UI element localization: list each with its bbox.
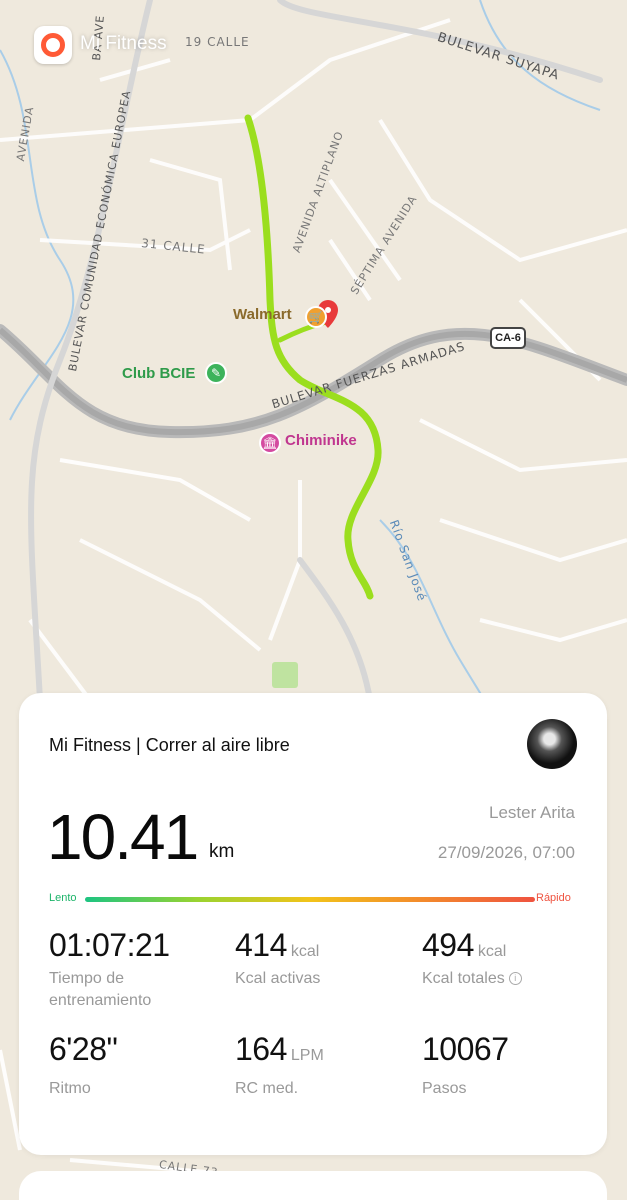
metric-pace-label: Ritmo bbox=[49, 1080, 91, 1097]
metric-steps: 10067 Pasos bbox=[422, 1031, 509, 1100]
metric-total-kcal-row: Kcal totales i bbox=[422, 968, 522, 990]
metric-total-kcal-label: Kcal totales bbox=[422, 970, 505, 987]
metric-active-kcal: 414 kcal Kcal activas bbox=[235, 927, 320, 990]
info-icon[interactable]: i bbox=[508, 972, 522, 986]
distance-unit: km bbox=[209, 841, 235, 862]
metric-heart-rate-unit: LPM bbox=[290, 1047, 324, 1064]
pace-gradient-bar bbox=[85, 897, 535, 902]
metric-pace-value: 6'28" bbox=[49, 1031, 118, 1067]
walmart-icon[interactable]: 🛒 bbox=[305, 306, 327, 328]
pace-scale-high: Rápido bbox=[536, 892, 571, 904]
secondary-card bbox=[19, 1171, 607, 1200]
workout-datetime: 27/09/2026, 07:00 bbox=[437, 843, 575, 862]
metric-time: 01:07:21 Tiempo de entrenamiento bbox=[49, 927, 219, 1012]
metric-steps-label: Pasos bbox=[422, 1080, 467, 1097]
workout-summary-card: Mi Fitness | Correr al aire libre 10.41 … bbox=[19, 693, 607, 1155]
museum-icon[interactable]: 🏛 bbox=[259, 432, 281, 454]
app-logo bbox=[34, 26, 72, 64]
poi-walmart[interactable]: Walmart bbox=[233, 306, 292, 323]
metric-total-kcal-value: 494 bbox=[422, 927, 474, 963]
metric-time-value: 01:07:21 bbox=[49, 927, 170, 963]
poi-chiminike[interactable]: Chiminike bbox=[285, 432, 357, 449]
street-label-19-calle: 19 CALLE bbox=[185, 35, 250, 49]
metric-active-kcal-unit: kcal bbox=[290, 943, 320, 960]
poi-club-bcie[interactable]: Club BCIE bbox=[122, 365, 195, 382]
metric-heart-rate: 164 LPM RC med. bbox=[235, 1031, 324, 1100]
road-shield-ca6: CA-6 bbox=[490, 327, 526, 349]
app-title: Mi Fitness bbox=[80, 33, 167, 54]
tennis-icon[interactable]: ✎ bbox=[205, 362, 227, 384]
user-name: Lester Arita bbox=[489, 803, 575, 822]
metric-time-label: Tiempo de entrenamiento bbox=[49, 970, 152, 1009]
avatar[interactable] bbox=[527, 719, 577, 769]
metric-total-kcal-unit: kcal bbox=[477, 943, 507, 960]
metric-active-kcal-value: 414 bbox=[235, 927, 287, 963]
distance-value: 10.41 bbox=[47, 801, 199, 873]
metric-heart-rate-label: RC med. bbox=[235, 1080, 299, 1097]
metric-pace: 6'28" Ritmo bbox=[49, 1031, 118, 1100]
metric-active-kcal-label: Kcal activas bbox=[235, 970, 321, 987]
metric-total-kcal: 494 kcal Kcal totales i bbox=[422, 927, 522, 990]
metric-steps-value: 10067 bbox=[422, 1031, 509, 1067]
metric-heart-rate-value: 164 bbox=[235, 1031, 287, 1067]
logo-ring-icon bbox=[41, 33, 65, 57]
pace-scale-low: Lento bbox=[49, 892, 77, 904]
workout-title: Mi Fitness | Correr al aire libre bbox=[49, 735, 290, 755]
